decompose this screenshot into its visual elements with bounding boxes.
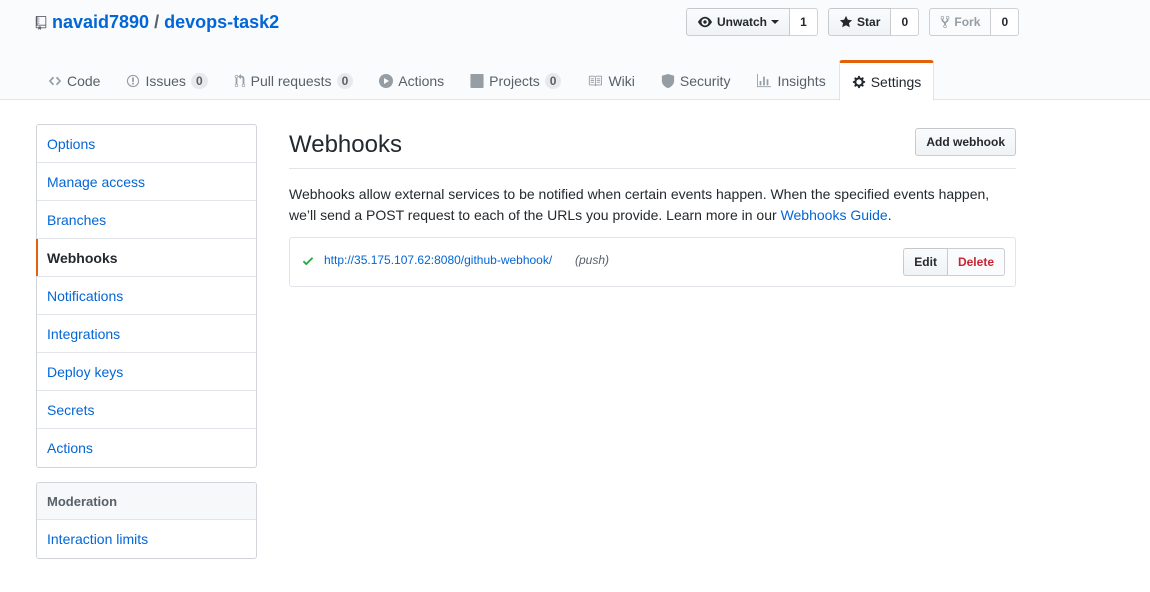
star-count[interactable]: 0	[891, 8, 920, 36]
tab-pull-requests[interactable]: Pull requests 0	[221, 60, 367, 100]
webhooks-guide-link[interactable]: Webhooks Guide	[781, 207, 888, 223]
webhook-url-link[interactable]: http://35.175.107.62:8080/github-webhook…	[324, 253, 552, 267]
webhook-actions: Edit Delete	[903, 248, 1005, 276]
description-end: .	[887, 207, 892, 223]
chevron-down-icon	[771, 20, 780, 24]
repo-actions: Unwatch 1 Star 0 Fork 0	[686, 8, 1029, 36]
project-icon	[470, 74, 484, 88]
webhooks-subhead: Webhooks Add webhook	[289, 124, 1016, 169]
graph-icon	[757, 74, 772, 88]
tab-actions-label: Actions	[398, 73, 445, 89]
tab-issues[interactable]: Issues 0	[113, 60, 220, 100]
repo-icon	[35, 16, 47, 30]
sidebar-item-deploy-keys[interactable]: Deploy keys	[37, 353, 256, 391]
sidebar-item-options[interactable]: Options	[37, 125, 256, 163]
watch-count[interactable]: 1	[790, 8, 819, 36]
unwatch-button[interactable]: Unwatch	[686, 8, 791, 36]
delete-webhook-button[interactable]: Delete	[947, 248, 1005, 276]
sidebar-item-integrations[interactable]: Integrations	[37, 315, 256, 353]
tab-settings-label: Settings	[870, 73, 922, 90]
tab-projects-label: Projects	[489, 73, 540, 89]
projects-counter: 0	[544, 73, 562, 89]
fork-icon	[940, 15, 950, 29]
pull-request-icon	[234, 74, 245, 88]
book-icon	[589, 75, 603, 87]
sidebar-item-interaction-limits[interactable]: Interaction limits	[37, 520, 256, 558]
tab-insights-label: Insights	[777, 73, 826, 89]
unwatch-label: Unwatch	[717, 15, 768, 29]
webhooks-description: Webhooks allow external services to be n…	[289, 184, 1016, 226]
tab-wiki-label: Wiki	[608, 73, 635, 89]
gear-icon	[852, 75, 865, 88]
issues-counter: 0	[190, 73, 208, 89]
star-icon	[839, 15, 853, 28]
issue-icon	[127, 74, 140, 88]
tab-actions[interactable]: Actions	[366, 60, 457, 100]
sidebar-item-notifications[interactable]: Notifications	[37, 277, 256, 315]
webhook-events: (push)	[575, 253, 610, 267]
fork-button[interactable]: Fork	[929, 8, 992, 36]
sidebar-item-secrets[interactable]: Secrets	[37, 391, 256, 429]
star-button[interactable]: Star	[828, 8, 892, 36]
watch-group: Unwatch 1	[686, 8, 819, 36]
sidebar-item-webhooks[interactable]: Webhooks	[36, 239, 256, 277]
sidebar-item-actions[interactable]: Actions	[37, 429, 256, 467]
star-group: Star 0	[828, 8, 920, 36]
pulls-counter: 0	[336, 73, 354, 89]
tab-pull-requests-label: Pull requests	[250, 73, 332, 89]
tab-security-label: Security	[679, 73, 731, 89]
fork-group: Fork 0	[929, 8, 1020, 36]
sidebar-item-manage-access[interactable]: Manage access	[37, 163, 256, 201]
repo-header: navaid7890 / devops-task2 Unwatch 1 Star…	[0, 0, 1150, 101]
tab-issues-label: Issues	[145, 73, 186, 89]
page-title: Webhooks	[289, 131, 402, 158]
tab-security[interactable]: Security	[648, 60, 744, 100]
edit-webhook-button[interactable]: Edit	[903, 248, 948, 276]
moderation-heading: Moderation	[37, 483, 256, 520]
check-icon	[302, 254, 314, 271]
repo-separator: /	[154, 12, 160, 32]
tab-settings[interactable]: Settings	[838, 60, 935, 101]
tab-wiki[interactable]: Wiki	[574, 60, 647, 100]
settings-sidebar: Options Manage access Branches Webhooks …	[36, 124, 257, 468]
repo-name-link[interactable]: devops-task2	[164, 11, 279, 33]
fork-label: Fork	[954, 15, 981, 29]
tab-code[interactable]: Code	[35, 60, 113, 100]
shield-icon	[661, 74, 674, 88]
tab-insights[interactable]: Insights	[743, 60, 838, 100]
repo-owner-link[interactable]: navaid7890	[52, 11, 149, 33]
sidebar-item-branches[interactable]: Branches	[37, 201, 256, 239]
add-webhook-button[interactable]: Add webhook	[915, 128, 1016, 156]
repo-nav: Code Issues 0 Pull requests 0 Actions Pr…	[35, 60, 935, 101]
moderation-sidebar: Moderation Interaction limits	[36, 482, 257, 559]
play-icon	[379, 74, 394, 88]
tab-projects[interactable]: Projects 0	[457, 60, 574, 100]
tab-code-label: Code	[67, 73, 101, 89]
star-label: Star	[857, 15, 881, 29]
fork-count[interactable]: 0	[991, 8, 1020, 36]
code-icon	[48, 76, 62, 86]
webhook-item: http://35.175.107.62:8080/github-webhook…	[289, 237, 1016, 287]
eye-icon	[698, 16, 712, 28]
repo-title: navaid7890 / devops-task2	[35, 11, 279, 33]
